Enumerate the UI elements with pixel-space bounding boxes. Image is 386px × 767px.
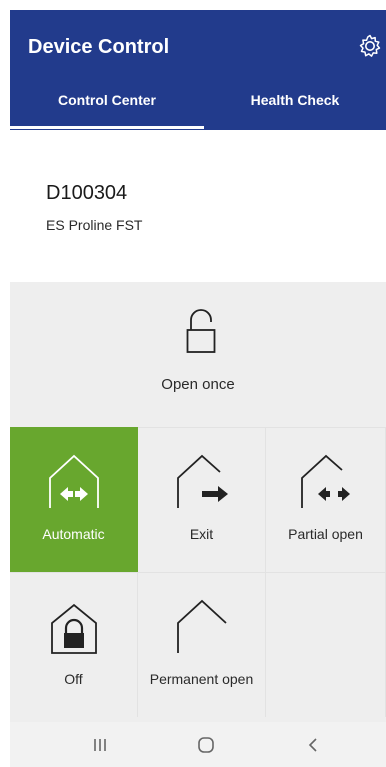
- page-title: Device Control: [28, 36, 170, 58]
- mode-partial-open-button[interactable]: Partial open: [266, 427, 386, 572]
- system-navigation-bar: [10, 722, 386, 767]
- locked-house-icon: [51, 603, 97, 654]
- home-button[interactable]: [186, 730, 226, 760]
- mode-label: Partial open: [288, 526, 363, 542]
- permanent-open-icon: [177, 599, 227, 653]
- recent-apps-button[interactable]: [80, 730, 120, 760]
- mode-label: Permanent open: [149, 671, 254, 687]
- unlock-icon: [186, 309, 216, 353]
- mode-label: Exit: [189, 526, 214, 542]
- back-button[interactable]: [293, 730, 333, 760]
- gear-icon: [359, 34, 381, 57]
- device-info-card: D100304 ES Proline FST: [10, 130, 386, 282]
- settings-button[interactable]: [356, 32, 384, 60]
- partial-open-icon: [301, 454, 350, 508]
- mode-exit-button[interactable]: Exit: [138, 427, 266, 572]
- app-header: Device Control Control Center Health Che…: [10, 10, 386, 130]
- recent-apps-icon: [94, 739, 106, 751]
- tab-control-center[interactable]: Control Center: [10, 92, 204, 108]
- mode-permanent-open-button[interactable]: Permanent open: [138, 572, 266, 717]
- mode-automatic-button[interactable]: Automatic: [10, 427, 138, 572]
- open-once-button[interactable]: Open once: [10, 282, 386, 427]
- active-tab-indicator: [10, 126, 204, 129]
- mode-label: Automatic: [42, 526, 105, 542]
- device-model: ES Proline FST: [46, 217, 143, 233]
- empty-tile: [266, 572, 386, 717]
- open-once-label: Open once: [161, 376, 235, 393]
- tab-health-check[interactable]: Health Check: [204, 92, 386, 108]
- control-grid: Open once Automatic Exit Partial open Of…: [10, 282, 386, 722]
- mode-off-button[interactable]: Off: [10, 572, 138, 717]
- exit-icon: [177, 454, 228, 508]
- automatic-icon: [49, 454, 99, 508]
- back-icon: [308, 738, 317, 752]
- home-icon: [198, 737, 214, 753]
- device-id: D100304: [46, 182, 128, 204]
- mode-label: Off: [64, 671, 83, 687]
